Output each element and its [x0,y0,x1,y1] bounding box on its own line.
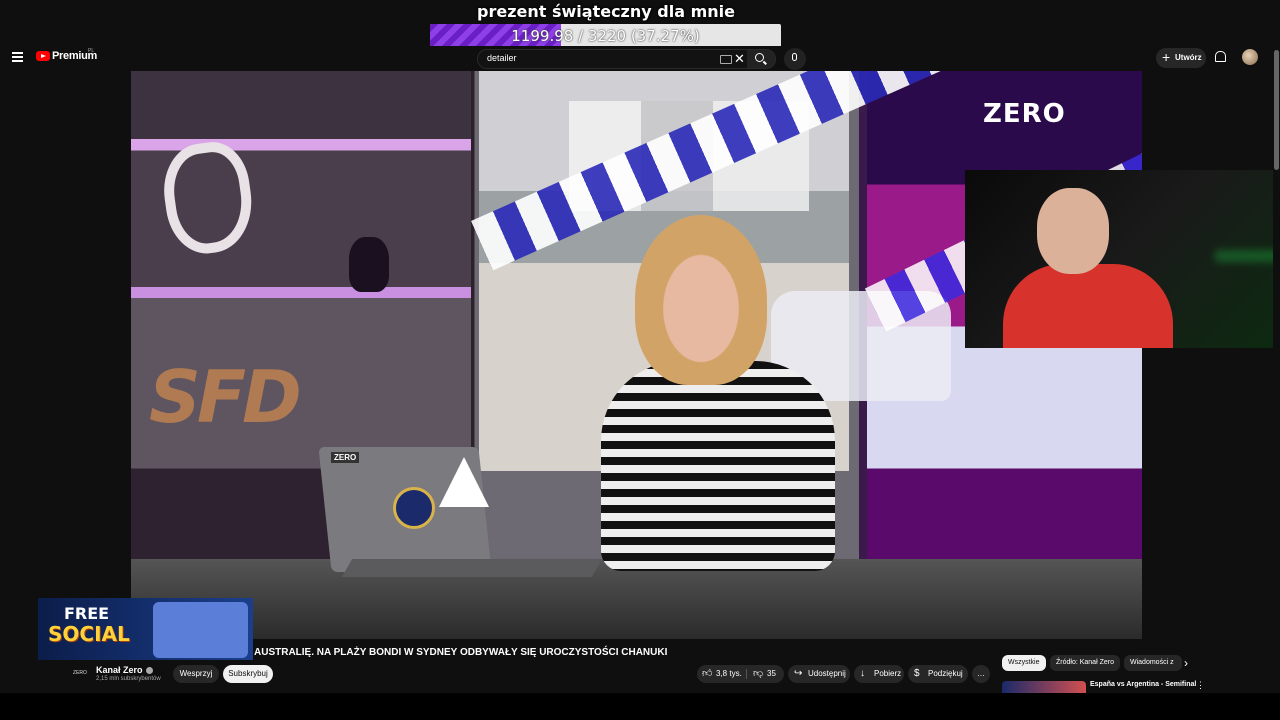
support-button[interactable]: Wesprzyj [173,665,219,683]
laptop-base [341,559,603,577]
presenter-body [601,361,835,571]
more-actions-button[interactable]: … [972,665,990,683]
presenter-head [635,215,767,385]
thumbs-up-icon[interactable]: 👍︎ [702,665,712,683]
channel-logo[interactable]: ZERO [70,665,90,681]
thanks-icon: $ [914,668,920,679]
subscribe-button[interactable]: Subskrybuj [223,665,273,683]
more-vert-icon[interactable]: ⋮ [1196,680,1205,691]
like-count[interactable]: 3,8 tys. [716,665,742,683]
search-button[interactable] [747,49,776,69]
chip-news[interactable]: Wiadomości z [1124,655,1182,671]
streamer-shirt [1003,264,1173,348]
share-button[interactable]: ↪ Udostępnij [788,665,850,683]
video-title: AUSTRALIĘ. NA PLAŻY BONDI W SYDNEY ODBYW… [254,647,668,658]
chip-all[interactable]: Wszystkie [1002,655,1046,671]
vase [349,237,389,292]
thanks-button[interactable]: $ Podziękuj [908,665,968,683]
bottom-strip [0,693,1280,720]
account-avatar[interactable] [1242,49,1258,65]
share-label: Udostępnij [808,669,846,678]
channel-name[interactable]: Kanał Zero [96,665,153,675]
recommended-thumbnail[interactable] [1002,681,1086,693]
esa-sticker [393,487,435,529]
sculpture [157,137,259,259]
goal-progress-bar: 1199.98 / 3220 (37.27%) [430,24,781,47]
clear-search-icon[interactable]: ✕ [734,51,745,67]
subscriber-count: 2,15 mln subskrybentów [96,676,161,682]
goal-title: prezent świąteczny dla mnie [477,2,735,21]
recommended-title[interactable]: España vs Argentina - Semifinal [1090,681,1196,688]
video-player[interactable]: SFD ZERO ZERO [131,71,1142,639]
thanks-label: Podziękuj [928,669,963,678]
search-icon [755,53,764,62]
keyboard-icon[interactable] [720,55,732,64]
zero-logo: ZERO [983,99,1066,129]
ad-line-2: SOCIAL [48,622,130,646]
dislike-count[interactable]: 35 [767,665,776,683]
youtube-logo-icon[interactable] [36,51,50,61]
goal-progress-text: 1199.98 / 3220 (37.27%) [511,27,700,45]
logo-region: PL [88,48,95,54]
notifications-bell-icon[interactable] [1215,51,1226,62]
download-button[interactable]: ↓ Pobierz [854,665,904,683]
channel-name-text[interactable]: Kanał Zero [96,665,143,675]
ad-line-1: FREE [64,604,110,623]
verified-icon [145,667,153,674]
plus-icon: + [1162,49,1171,65]
download-icon: ↓ [860,668,865,679]
news-desk [131,559,1142,639]
scrollbar[interactable] [1273,46,1280,692]
menu-icon[interactable] [12,52,23,62]
microphone-icon [792,53,797,61]
sfd-logo: SFD [149,355,302,439]
thumbs-down-icon[interactable]: 👎︎ [753,665,763,683]
download-label: Pobierz [874,669,902,678]
search-value[interactable]: detailer [487,53,517,63]
divider [746,669,747,679]
chip-from-channel[interactable]: Źródło: Kanał Zero [1050,655,1120,671]
chevron-right-icon[interactable]: › [1184,656,1188,670]
search-input[interactable]: detailer ✕ [477,49,749,69]
laptop-zero-sticker: ZERO [331,452,360,463]
free-social-ad: FREE SOCIAL [38,598,253,660]
create-label: Utwórz [1175,53,1202,62]
share-icon: ↪ [794,668,803,679]
voice-search-button[interactable] [784,48,806,70]
scrollbar-thumb[interactable] [1274,50,1279,170]
streamer-head [1037,188,1109,274]
create-button[interactable]: + Utwórz [1156,48,1206,68]
like-dislike-group: 👍︎ 3,8 tys. 👎︎ 35 [697,665,784,683]
streamer-webcam [965,170,1280,348]
discord-box-icon [153,602,248,658]
top-bar: Premium PL detailer ✕ + Utwórz [0,46,1280,70]
rgb-light [1215,250,1280,262]
